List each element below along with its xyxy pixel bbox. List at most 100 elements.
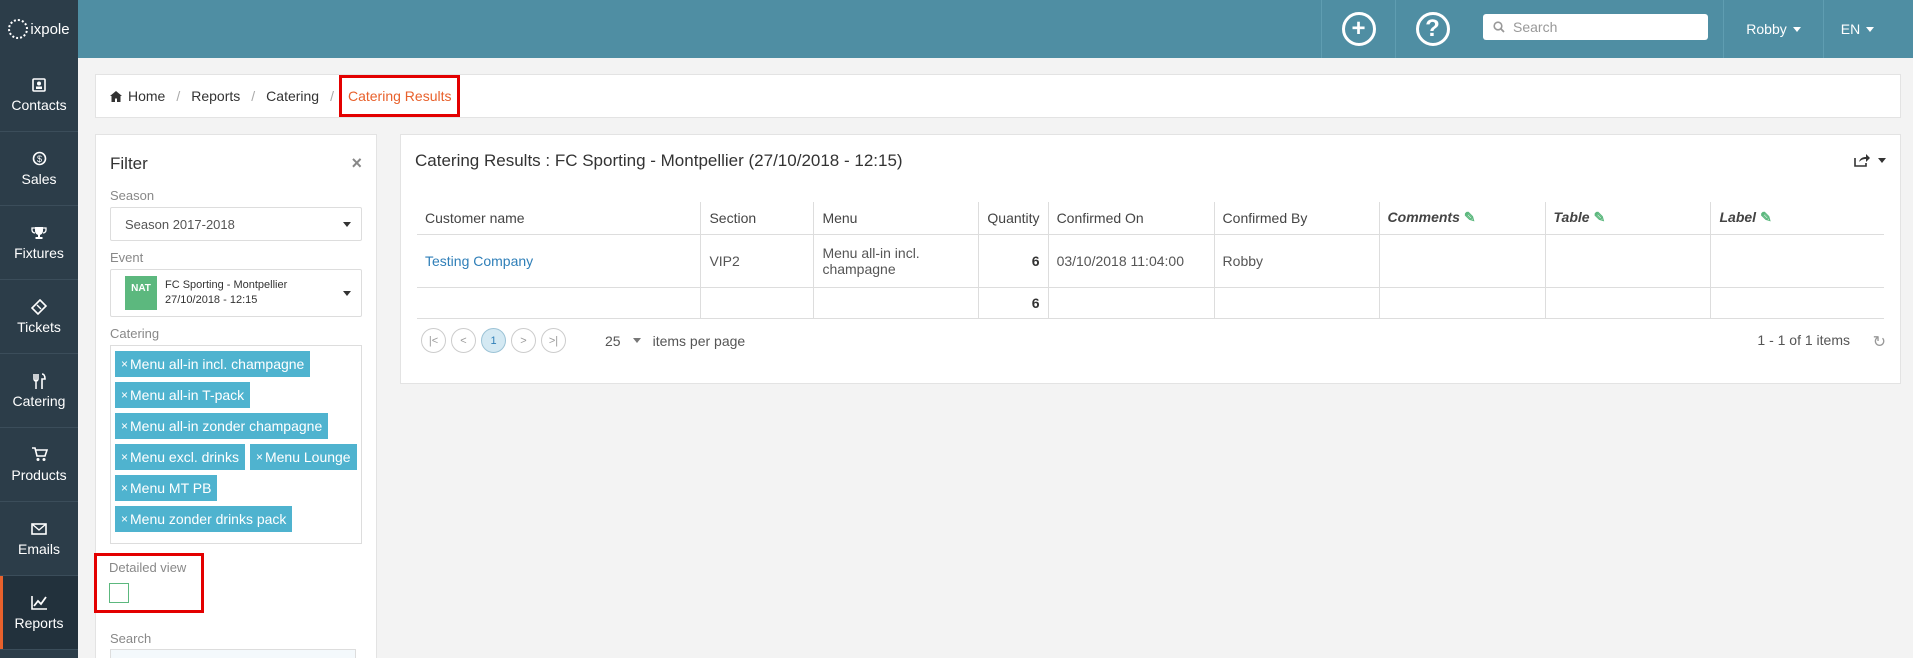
search-icon [1493, 21, 1505, 33]
breadcrumb-separator: / [251, 88, 256, 104]
catering-tag[interactable]: × Menu excl. drinks [115, 444, 245, 470]
breadcrumb-home[interactable]: Home [110, 88, 165, 104]
address-card-icon [30, 77, 48, 93]
user-menu[interactable]: Robby [1723, 0, 1823, 58]
event-date: 27/10/2018 - 12:15 [165, 294, 258, 306]
remove-icon[interactable]: × [121, 388, 128, 402]
season-select[interactable]: Season 2017-2018 [110, 207, 362, 241]
catering-tag[interactable]: × Menu all-in T-pack [115, 382, 251, 408]
page-number[interactable]: 1 [481, 328, 506, 353]
sidebar-item-catering[interactable]: Catering [0, 354, 78, 428]
first-page-icon[interactable]: |< [421, 328, 446, 353]
remove-icon[interactable]: × [121, 450, 128, 464]
page-size-value: 25 [605, 332, 621, 349]
remove-icon[interactable]: × [121, 357, 128, 371]
breadcrumb-reports[interactable]: Reports [191, 88, 240, 104]
catering-tag[interactable]: × Menu all-in zonder champagne [115, 413, 329, 439]
search-input[interactable] [1513, 19, 1693, 35]
sidebar-item-contacts[interactable]: Contacts [0, 58, 78, 132]
chevron-down-icon [343, 290, 351, 296]
page-size-select[interactable]: 25 [605, 333, 641, 349]
breadcrumb-separator: / [176, 88, 181, 104]
logo[interactable]: ixpole [0, 0, 78, 58]
sidebar-item-reports[interactable]: Reports [0, 576, 78, 650]
filter-panel: Filter × Season Season 2017-2018 Event N… [94, 134, 377, 658]
pencil-icon: ✎ [1463, 209, 1476, 226]
money-icon: $ [30, 151, 48, 167]
remove-icon[interactable]: × [121, 419, 128, 433]
catering-label: Catering [110, 326, 160, 341]
confirmed-by-cell: Robby [1213, 234, 1380, 288]
detailed-view-checkbox[interactable] [109, 583, 129, 603]
sidebar-item-sales[interactable]: $ Sales [0, 132, 78, 206]
menu-cell: Menu all-in incl. champagne [813, 234, 979, 288]
question-circle-icon: ? [1415, 12, 1450, 46]
remove-icon[interactable]: × [256, 450, 263, 464]
prev-page-icon[interactable]: < [451, 328, 476, 353]
sidebar-item-fixtures[interactable]: Fixtures [0, 206, 78, 280]
column-header-customer[interactable]: Customer name [417, 202, 701, 235]
next-page-icon[interactable]: > [511, 328, 536, 353]
column-header-quantity[interactable]: Quantity [978, 202, 1049, 235]
event-badge: NAT [125, 276, 157, 310]
user-name: Robby [1746, 21, 1787, 37]
pencil-icon: ✎ [1760, 209, 1772, 226]
breadcrumb-catering[interactable]: Catering [266, 88, 319, 104]
catering-tag[interactable]: × Menu all-in incl. champagne [115, 351, 311, 377]
catering-multiselect[interactable]: × Menu all-in incl. champagne × Menu all-i… [110, 345, 362, 544]
add-button[interactable]: + [1321, 0, 1395, 58]
event-name: FC Sporting - Montpellier [165, 279, 288, 291]
customer-link[interactable]: Testing Company [425, 253, 533, 269]
language-menu[interactable]: EN [1823, 0, 1891, 58]
sidebar-item-products[interactable]: Products [0, 428, 78, 502]
sidebar: Contacts $ Sales Fixtures Tickets Cateri… [0, 58, 78, 658]
results-panel: Catering Results : FC Sporting - Montpel… [400, 134, 1901, 384]
catering-tag[interactable]: × Menu zonder drinks pack [115, 506, 293, 532]
column-header-confirmed-on[interactable]: Confirmed On [1047, 202, 1215, 235]
remove-icon[interactable]: × [121, 481, 128, 495]
filter-title: Filter [110, 153, 148, 173]
results-table: Customer name Section Menu Quantity Conf… [417, 202, 1884, 319]
comments-cell[interactable] [1378, 234, 1546, 288]
remove-icon[interactable]: × [121, 512, 128, 526]
refresh-icon[interactable]: ↻ [1873, 332, 1886, 352]
last-page-icon[interactable]: >| [541, 328, 566, 353]
help-button[interactable]: ? [1395, 0, 1469, 58]
breadcrumb-current: Catering Results [338, 75, 461, 117]
catering-tag[interactable]: × Menu Lounge [249, 444, 357, 470]
detailed-view-label: Detailed view [109, 560, 187, 575]
column-header-section[interactable]: Section [700, 202, 814, 235]
event-select[interactable]: NAT FC Sporting - Montpellier 27/10/2018… [110, 269, 362, 317]
sidebar-item-tickets[interactable]: Tickets [0, 280, 78, 354]
table-footer-row: 6 [417, 287, 1884, 319]
total-quantity: 6 [978, 287, 1049, 319]
chevron-down-icon [1792, 26, 1801, 32]
language-label: EN [1840, 21, 1861, 37]
global-search[interactable] [1483, 14, 1708, 40]
column-header-comments[interactable]: Comments ✎ [1378, 202, 1546, 235]
column-header-confirmed-by[interactable]: Confirmed By [1213, 202, 1380, 235]
catering-tag[interactable]: × Menu MT PB [115, 475, 218, 501]
results-title: Catering Results : FC Sporting - Montpel… [415, 151, 903, 170]
pager: |< < 1 > >| 25 items per page [421, 328, 745, 353]
event-label: Event [110, 250, 144, 265]
column-header-table[interactable]: Table ✎ [1544, 202, 1711, 235]
close-icon[interactable]: × [351, 153, 362, 174]
envelope-icon [30, 521, 48, 537]
export-button[interactable] [1854, 153, 1886, 167]
chevron-down-icon [1878, 157, 1886, 163]
share-icon [1854, 154, 1870, 167]
column-header-label[interactable]: Label ✎ [1710, 202, 1884, 235]
column-header-menu[interactable]: Menu [813, 202, 979, 235]
chevron-down-icon [343, 221, 351, 227]
svg-text:$: $ [36, 154, 41, 164]
chevron-down-icon [1866, 26, 1875, 32]
chart-icon [30, 595, 48, 611]
table-cell[interactable] [1544, 234, 1711, 288]
sidebar-item-emails[interactable]: Emails [0, 502, 78, 576]
quantity-cell: 6 [978, 234, 1049, 288]
filter-search-label: Search [110, 631, 152, 646]
top-bar: ixpole + ? Robby EN [0, 0, 1913, 58]
filter-search-input[interactable] [110, 649, 356, 658]
label-cell[interactable] [1710, 234, 1884, 288]
